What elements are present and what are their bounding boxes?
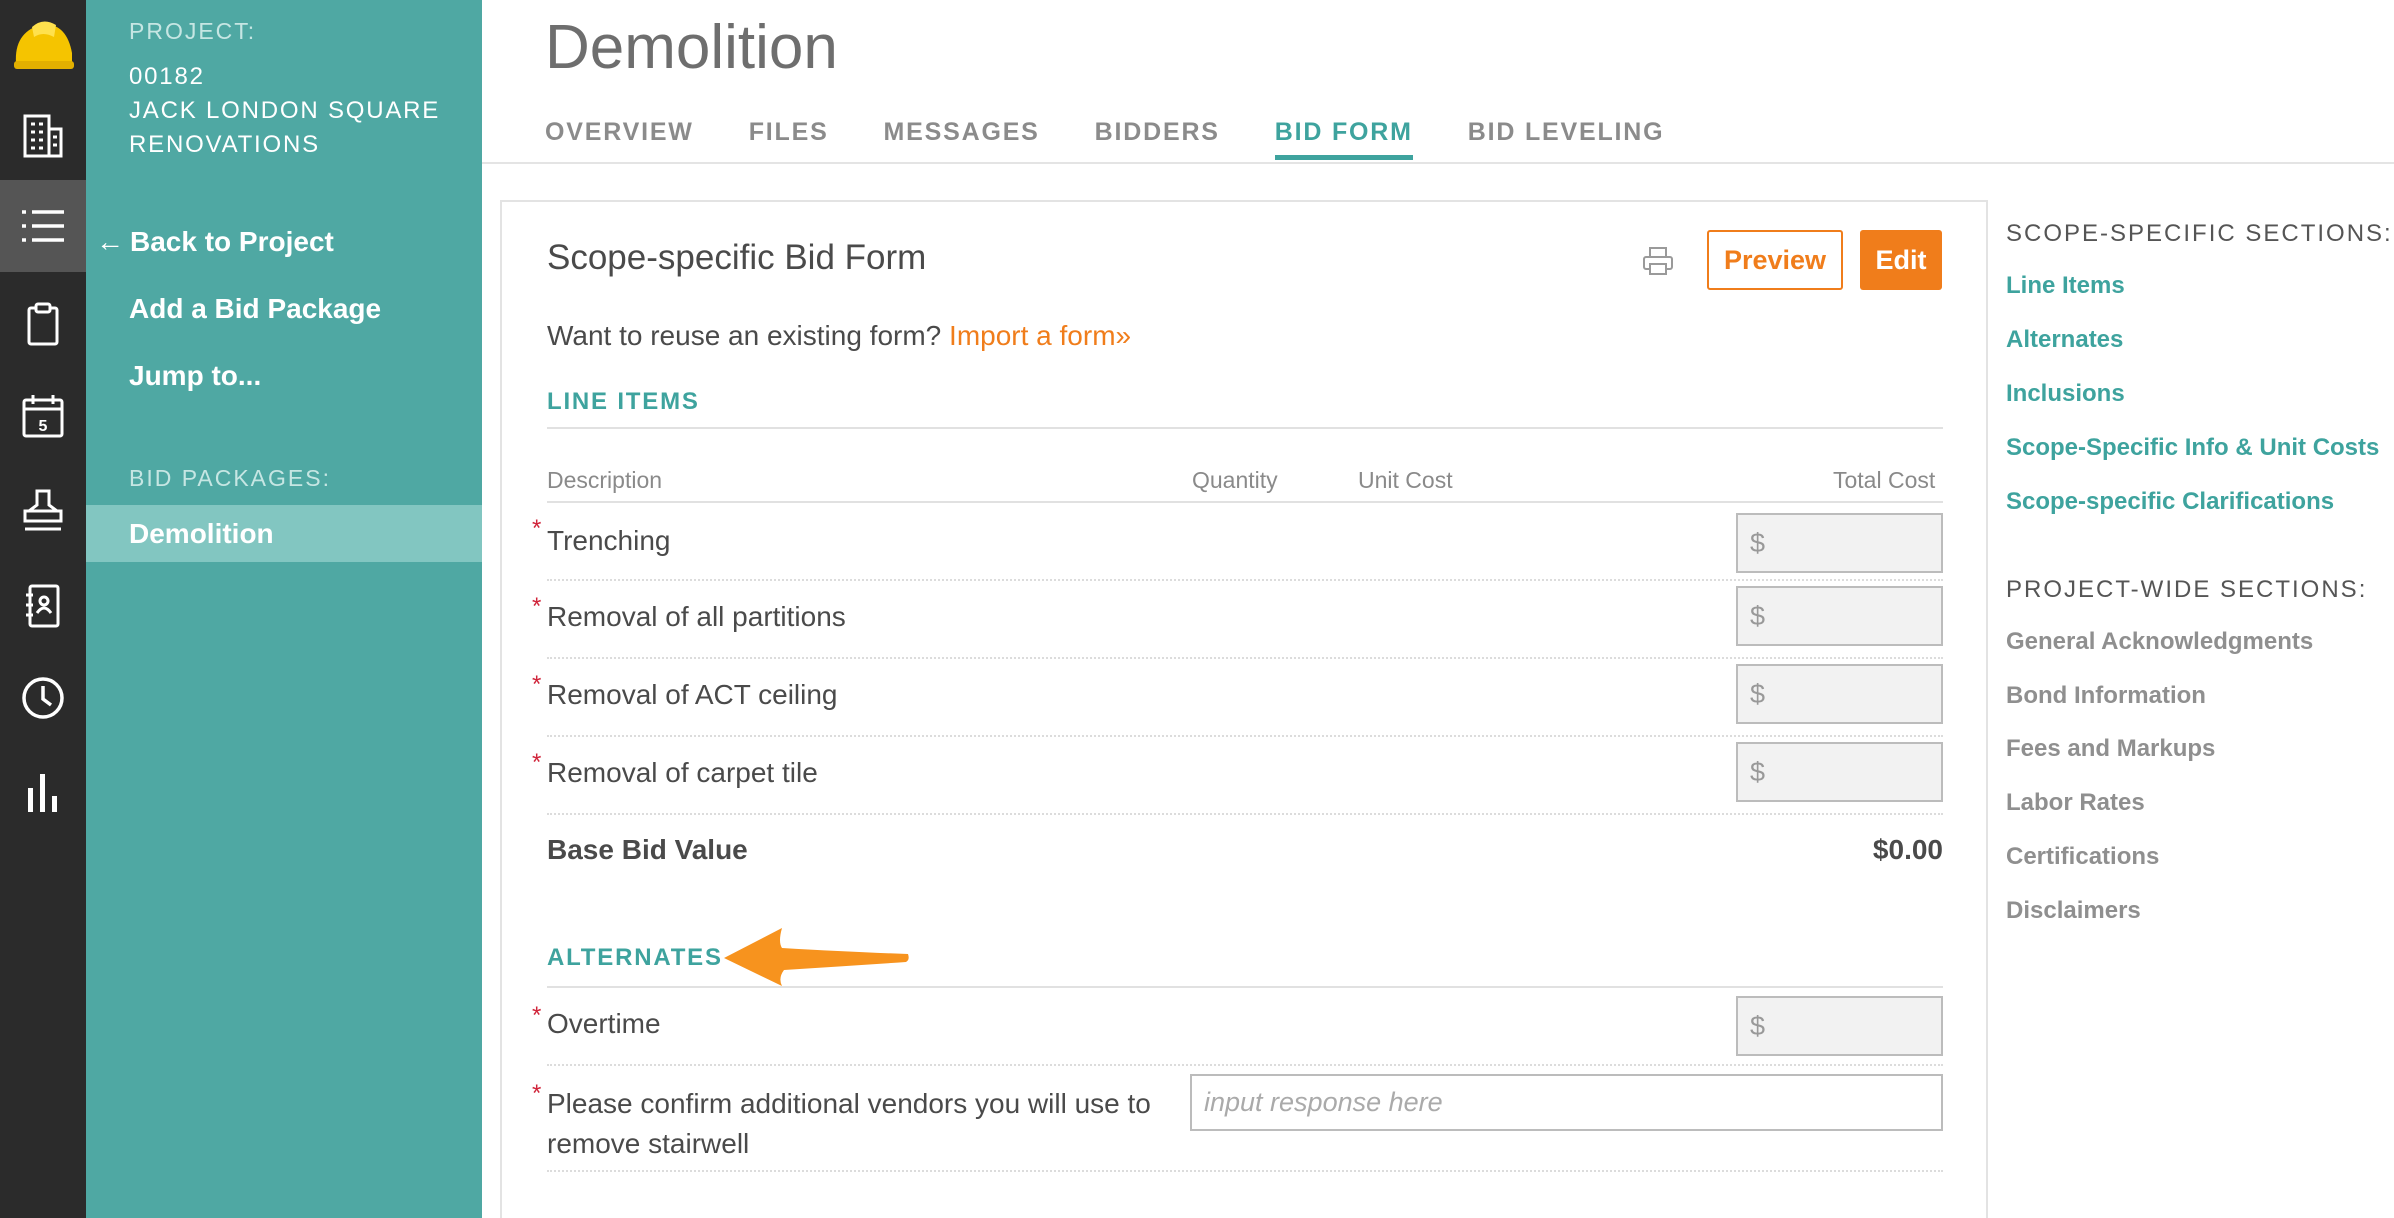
alternate-label: Overtime [547, 1008, 661, 1039]
currency-symbol: $ [1750, 1011, 1766, 1041]
required-marker: * [532, 515, 542, 542]
response-input[interactable]: input response here [1190, 1074, 1943, 1131]
form-title: Scope-specific Bid Form [547, 238, 927, 277]
col-total-cost: Total Cost [1833, 467, 1936, 493]
page-header: Demolition OVERVIEW FILES MESSAGES BIDDE… [482, 0, 2394, 164]
nav-link-bond-information[interactable]: Bond Information [2006, 682, 2206, 710]
tab-bid-form[interactable]: BID FORM [1274, 118, 1413, 160]
total-cost-input[interactable]: $ [1736, 996, 1943, 1056]
nav-link-disclaimers[interactable]: Disclaimers [2006, 897, 2141, 925]
preview-button[interactable]: Preview [1707, 230, 1843, 290]
bid-package-item-demolition[interactable]: Demolition [86, 505, 482, 562]
add-bid-package-link[interactable]: Add a Bid Package [129, 293, 381, 325]
project-sidebar: PROJECT: 00182 JACK LONDON SQUARE RENOVA… [86, 0, 482, 1218]
project-info: 00182 JACK LONDON SQUARE RENOVATIONS [129, 60, 469, 162]
bid-packages-label: BID PACKAGES: [129, 465, 331, 491]
building-icon[interactable] [0, 90, 86, 182]
tab-bidders[interactable]: BIDDERS [1095, 118, 1220, 160]
table-row: * Removal of ACT ceiling $ [532, 661, 1943, 737]
required-marker: * [532, 593, 542, 620]
currency-symbol: $ [1750, 757, 1766, 787]
print-icon[interactable] [1642, 246, 1674, 281]
col-unit-cost: Unit Cost [1358, 467, 1453, 493]
nav-link-line-items[interactable]: Line Items [2006, 272, 2125, 300]
divider [547, 501, 1943, 503]
tab-files[interactable]: FILES [749, 118, 829, 160]
calendar-icon[interactable]: 5 [0, 370, 86, 462]
nav-link-acknowledgments[interactable]: General Acknowledgments [2006, 628, 2313, 656]
nav-link-fees-markups[interactable]: Fees and Markups [2006, 735, 2215, 763]
tab-bar: OVERVIEW FILES MESSAGES BIDDERS BID FORM… [545, 118, 1719, 160]
base-bid-value: $0.00 [1872, 834, 1943, 865]
nav-link-clarifications[interactable]: Scope-specific Clarifications [2006, 488, 2334, 516]
divider [547, 427, 1943, 429]
calendar-day: 5 [39, 418, 48, 435]
project-label: PROJECT: [129, 18, 257, 44]
nav-link-certifications[interactable]: Certifications [2006, 843, 2159, 871]
clipboard-icon[interactable] [0, 278, 86, 370]
col-quantity: Quantity [1192, 467, 1278, 493]
project-sections-heading: PROJECT-WIDE SECTIONS: [2006, 576, 2368, 603]
edit-button[interactable]: Edit [1860, 230, 1942, 290]
table-row: * Trenching $ [532, 505, 1943, 581]
jump-to-link[interactable]: Jump to... [129, 360, 261, 392]
arrow-left-icon: ← [96, 226, 124, 257]
stamp-icon[interactable] [0, 464, 86, 556]
line-items-heading: LINE ITEMS [547, 388, 700, 415]
bid-package-label: Demolition [129, 518, 274, 549]
line-item-label: Removal of all partitions [547, 601, 846, 632]
alternates-heading: ALTERNATES [547, 944, 723, 971]
reuse-prompt: Want to reuse an existing form? Import a… [547, 320, 1131, 352]
alternate-label: Please confirm additional vendors you wi… [547, 1088, 1151, 1159]
nav-link-alternates[interactable]: Alternates [2006, 326, 2123, 354]
import-form-link[interactable]: Import a form» [949, 320, 1131, 351]
table-row: * Overtime $ [532, 988, 1943, 1066]
clock-icon[interactable] [0, 652, 86, 744]
page-title: Demolition [545, 13, 838, 82]
project-number: 00182 [129, 63, 205, 90]
col-description: Description [547, 467, 663, 493]
project-name: JACK LONDON SQUARE RENOVATIONS [129, 97, 441, 158]
required-marker: * [532, 749, 542, 776]
callout-arrow-icon [720, 924, 912, 995]
app-icon-rail: 5 [0, 0, 86, 1218]
currency-symbol: $ [1750, 679, 1766, 709]
scope-sections-heading: SCOPE-SPECIFIC SECTIONS: [2006, 220, 2393, 247]
list-icon[interactable] [0, 180, 86, 272]
line-item-label: Removal of carpet tile [547, 757, 818, 788]
nav-link-unit-costs[interactable]: Scope-Specific Info & Unit Costs [2006, 434, 2379, 462]
tab-overview[interactable]: OVERVIEW [545, 118, 694, 160]
reuse-text: Want to reuse an existing form? [547, 320, 942, 351]
total-cost-input[interactable]: $ [1736, 513, 1943, 573]
table-row: * Please confirm additional vendors you … [532, 1068, 1943, 1172]
line-item-label: Removal of ACT ceiling [547, 679, 838, 710]
total-cost-input[interactable]: $ [1736, 742, 1943, 802]
currency-symbol: $ [1750, 601, 1766, 631]
required-marker: * [532, 1002, 542, 1029]
nav-link-inclusions[interactable]: Inclusions [2006, 380, 2125, 408]
required-marker: * [532, 671, 542, 698]
bar-chart-icon[interactable] [0, 746, 86, 838]
required-marker: * [532, 1080, 542, 1107]
address-book-icon[interactable] [0, 560, 86, 652]
hardhat-logo-icon[interactable] [0, 0, 86, 92]
bid-form-card: Scope-specific Bid Form Preview Edit Wan… [500, 200, 1988, 1218]
total-cost-input[interactable]: $ [1736, 586, 1943, 646]
back-to-project-link[interactable]: ← Back to Project [96, 226, 334, 258]
nav-link-labor-rates[interactable]: Labor Rates [2006, 789, 2145, 817]
base-bid-label: Base Bid Value [547, 834, 748, 865]
tab-messages[interactable]: MESSAGES [884, 118, 1040, 160]
currency-symbol: $ [1750, 528, 1766, 558]
line-item-label: Trenching [547, 525, 671, 556]
tab-bid-leveling[interactable]: BID LEVELING [1468, 118, 1665, 160]
table-row: * Removal of all partitions $ [532, 583, 1943, 659]
back-to-project-label: Back to Project [130, 226, 334, 257]
total-cost-input[interactable]: $ [1736, 664, 1943, 724]
table-row: * Removal of carpet tile $ [532, 739, 1943, 815]
